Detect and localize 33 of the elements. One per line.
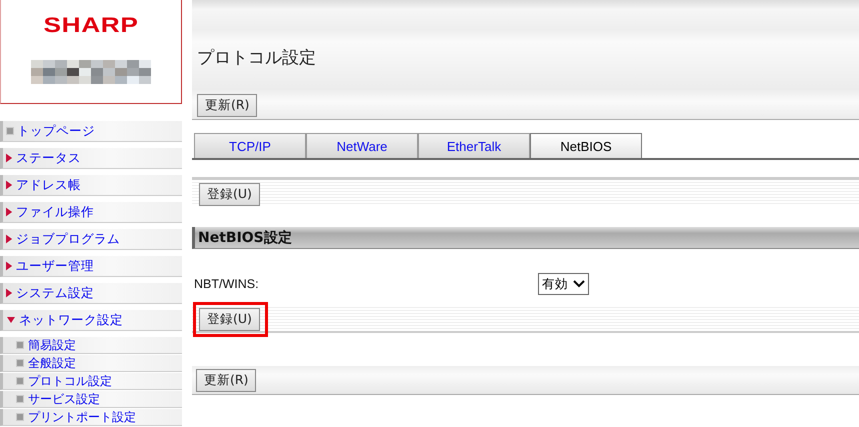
nav-item[interactable]: アドレス帳 bbox=[0, 175, 182, 196]
nav-subitem[interactable]: 全般設定 bbox=[0, 355, 182, 372]
nav-item[interactable]: ステータス bbox=[0, 148, 182, 169]
field-label: NBT/WINS: bbox=[193, 277, 260, 291]
chevron-down-icon bbox=[573, 280, 585, 288]
nav-subitem[interactable]: 簡易設定 bbox=[0, 337, 182, 354]
page-title: プロトコル設定 bbox=[197, 47, 316, 69]
square-bullet-icon bbox=[6, 127, 14, 135]
tab[interactable]: NetWare bbox=[306, 133, 418, 158]
register-button[interactable]: 登録(U) bbox=[199, 183, 260, 206]
square-bullet-icon bbox=[16, 341, 24, 349]
nav-subitem[interactable]: サービス設定 bbox=[0, 391, 182, 408]
nav-item[interactable]: トップページ bbox=[0, 121, 182, 142]
tab[interactable]: NetBIOS bbox=[530, 133, 642, 158]
tab[interactable]: TCP/IP bbox=[194, 133, 306, 158]
nav-subitem[interactable]: プロトコル設定 bbox=[0, 373, 182, 390]
square-bullet-icon bbox=[16, 359, 24, 367]
nav-item[interactable]: ネットワーク設定 bbox=[0, 310, 182, 331]
tab[interactable]: EtherTalk bbox=[418, 133, 530, 158]
nav-item[interactable]: ユーザー管理 bbox=[0, 256, 182, 277]
section-title: NetBIOS設定 bbox=[192, 227, 859, 249]
nav-item[interactable]: システム設定 bbox=[0, 283, 182, 304]
square-bullet-icon bbox=[16, 395, 24, 403]
nav-item[interactable]: ファイル操作 bbox=[0, 202, 182, 223]
square-bullet-icon bbox=[16, 377, 24, 385]
nav-subitem[interactable]: プリントポート設定 bbox=[0, 409, 182, 426]
nav-item[interactable]: ジョブプログラム bbox=[0, 229, 182, 250]
square-bullet-icon bbox=[16, 413, 24, 421]
refresh-button[interactable]: 更新(R) bbox=[196, 368, 256, 392]
dropdown[interactable]: 有効 bbox=[538, 273, 589, 295]
refresh-button[interactable]: 更新(R) bbox=[197, 94, 258, 117]
brand-logo: SHARP bbox=[43, 14, 138, 38]
register-button[interactable]: 登録(U) bbox=[199, 308, 260, 331]
